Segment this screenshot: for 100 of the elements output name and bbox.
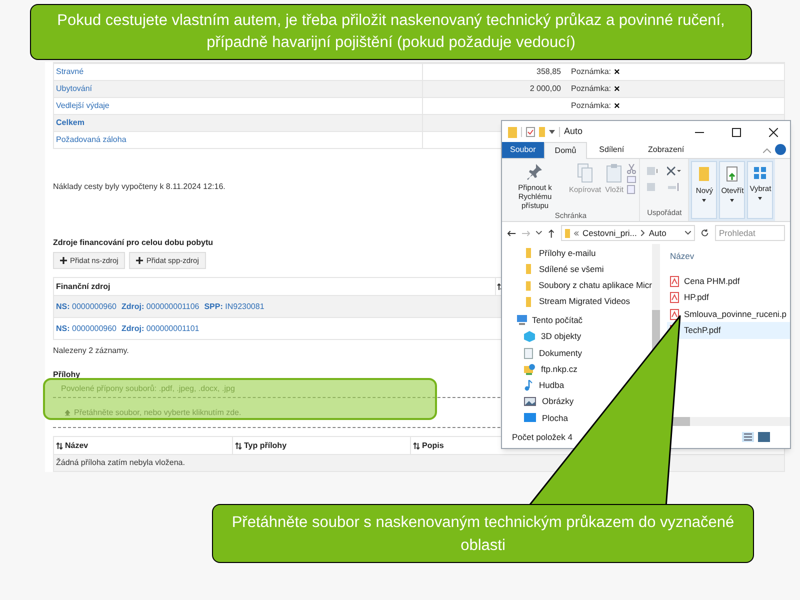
close-icon[interactable] [769, 128, 778, 136]
delete-icon[interactable] [667, 166, 682, 176]
grid-icon [753, 166, 768, 180]
remove-icon[interactable]: × [614, 64, 620, 80]
file-item[interactable]: TechP.pdf [667, 322, 790, 339]
music-note-icon [524, 380, 533, 391]
new-folder-icon [698, 166, 710, 182]
network-folder-icon [524, 364, 535, 375]
ribbon-tab[interactable]: Soubor [502, 142, 544, 158]
allowed-extensions-text: Povolené přípony souborů: .pdf, .jpeg, .docx, .jpg [61, 383, 235, 395]
table-cell[interactable]: Celkem [56, 117, 84, 129]
table-cell[interactable]: Požadovaná záloha [56, 134, 126, 146]
file-item[interactable]: Cena PHM.pdf [667, 272, 790, 290]
sort-icon[interactable] [235, 442, 242, 450]
file-item[interactable]: HP.pdf [667, 289, 790, 306]
file-item[interactable]: Smlouva_povinne_ruceni.p [667, 306, 790, 322]
properties-icon[interactable] [526, 127, 535, 137]
copy-icon [577, 163, 594, 183]
folder-icon [525, 248, 533, 258]
breadcrumb-item[interactable]: Cestovni_pri... [582, 226, 637, 240]
navigation-item[interactable]: Přílohy e-mailu [502, 245, 652, 262]
remove-icon[interactable]: × [614, 82, 620, 96]
calculation-note: Náklady cesty byly vypočteny k 8.11.2024 12:16. [53, 181, 226, 193]
record-count: Nalezeny 2 záznamy. [53, 345, 129, 357]
note-label: Poznámka: [571, 83, 612, 95]
status-text: Počet položek 4 [512, 430, 572, 444]
dropdown-arrow-icon [730, 199, 734, 202]
table-cell: 358,85 [536, 66, 561, 78]
column-header[interactable]: Typ přílohy [244, 440, 287, 452]
details-view-icon[interactable] [742, 432, 754, 442]
window-title: Auto [564, 125, 583, 138]
drop-zone-text: Přetáhněte soubor, nebo vyberte kliknutím zde. [74, 406, 242, 418]
chevron-down-icon[interactable] [536, 231, 542, 235]
remove-icon[interactable]: × [614, 98, 620, 114]
navigation-item[interactable]: Dokumenty [502, 344, 652, 362]
collapse-ribbon-icon[interactable] [763, 148, 771, 153]
table-cell: 2 000,00 [530, 83, 561, 95]
sort-icon[interactable] [413, 442, 420, 450]
column-header[interactable]: Název [670, 250, 790, 263]
up-arrow-icon[interactable] [548, 228, 555, 238]
ribbon-tab[interactable]: Domů [544, 142, 588, 159]
empty-table-message: Žádná příloha zatím nebyla vložena. [56, 457, 185, 469]
dropdown-arrow-icon [702, 199, 706, 202]
section-heading: Přílohy [53, 369, 80, 381]
chevron-right-icon [640, 230, 645, 236]
plus-icon [136, 257, 144, 264]
folder-icon [525, 264, 533, 274]
navigation-item[interactable]: Tento počítač [502, 312, 652, 329]
navigation-item[interactable]: Stream Migrated Videos [502, 294, 652, 310]
folder-icon [525, 296, 533, 307]
address-bar[interactable]: Cestovni_pri... Auto [560, 225, 696, 241]
chevron-down-icon[interactable] [685, 231, 692, 235]
picture-icon [524, 397, 536, 406]
navigation-item[interactable]: Sdílené se všemi [502, 261, 652, 278]
navigation-item[interactable]: 3D objekty [502, 328, 652, 345]
pdf-file-icon [670, 276, 679, 286]
note-label: Poznámka: [571, 100, 612, 112]
table-cell[interactable]: Zdroj: 000000001101 [122, 322, 200, 334]
navigation-item[interactable]: Soubory z chatu aplikace Micr [502, 277, 652, 294]
callout-text: Přetáhněte soubor s naskenovaným technickým průkazem do vyznačené oblasti [230, 512, 736, 556]
section-heading: Zdroje financování pro celou dobu pobytu [53, 237, 213, 249]
column-header[interactable]: Popis [422, 440, 444, 452]
folder-icon [564, 228, 570, 238]
dropdown-arrow-icon [758, 197, 762, 200]
callout-text: Pokud cestujete vlastním autem, je třeba přiložit naskenovaný technický průkaz a povinné ručení, případně havarijní pojištění (pokud požaduje vedoucí) [56, 11, 726, 53]
computer-icon [516, 315, 528, 326]
folder-icon [508, 126, 517, 138]
table-cell[interactable]: Ubytování [56, 83, 92, 95]
document-icon [524, 348, 533, 358]
thumbnail-view-icon[interactable] [758, 432, 770, 442]
refresh-icon[interactable] [701, 229, 709, 237]
clipboard-icon [606, 163, 622, 183]
table-cell[interactable]: Zdroj: 000000001106 [122, 300, 200, 312]
table-cell[interactable]: NS: 0000000960 [56, 322, 117, 334]
table-cell[interactable]: Vedlejší výdaje [56, 100, 110, 112]
double-chevron-left-icon[interactable] [574, 230, 579, 236]
cube-icon [524, 331, 535, 342]
folder-icon [525, 280, 533, 291]
table-cell[interactable]: Stravné [56, 66, 84, 78]
desktop-icon [524, 413, 536, 422]
scissors-icon[interactable] [627, 164, 636, 174]
open-file-icon [726, 166, 738, 182]
pdf-file-icon [670, 292, 679, 303]
column-header: Finanční zdroj [55, 280, 112, 292]
dropdown-arrow-icon[interactable] [549, 130, 555, 134]
sort-icon[interactable] [56, 442, 63, 450]
table-cell[interactable]: SPP: IN9230081 [204, 300, 264, 312]
breadcrumb-item[interactable]: Auto [648, 226, 666, 240]
ribbon-tab[interactable]: Zobrazení [636, 142, 696, 158]
column-header[interactable]: Název [65, 440, 88, 452]
ribbon-tab[interactable]: Sdílení [587, 142, 636, 158]
plus-icon [60, 257, 67, 264]
note-label: Poznámka: [571, 66, 612, 78]
upload-icon [65, 410, 70, 416]
back-arrow-icon[interactable] [507, 230, 516, 236]
maximize-icon[interactable] [732, 128, 741, 136]
search-field[interactable]: Prohledat [714, 225, 785, 241]
pdf-file-icon [670, 308, 679, 320]
table-cell[interactable]: NS: 0000000960 [56, 300, 117, 312]
pin-icon [527, 163, 543, 181]
